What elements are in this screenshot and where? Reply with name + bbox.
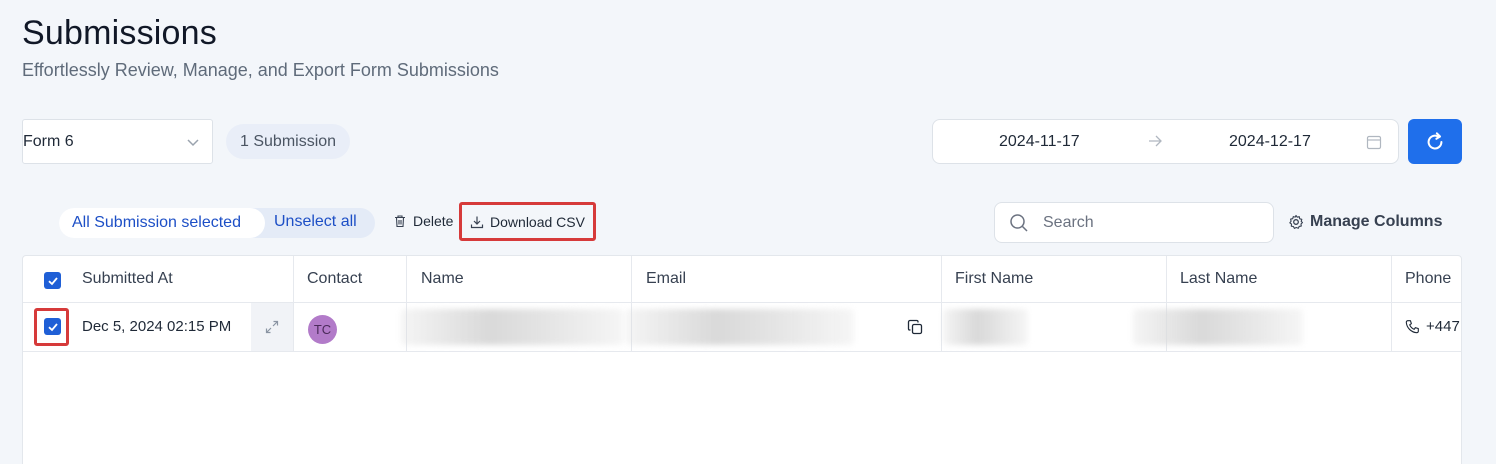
avatar[interactable]: TC: [308, 315, 337, 344]
page-title: Submissions: [22, 14, 217, 52]
form-select[interactable]: Form 6: [22, 119, 213, 164]
column-header-contact[interactable]: Contact: [307, 270, 362, 288]
calendar-icon[interactable]: [1366, 134, 1382, 150]
copy-icon[interactable]: [907, 319, 924, 336]
search-input[interactable]: [1043, 213, 1243, 232]
search-box[interactable]: [994, 202, 1274, 243]
column-header-submitted-at[interactable]: Submitted At: [82, 270, 173, 288]
phone-cell: +447: [1405, 318, 1460, 335]
manage-columns-label: Manage Columns: [1310, 213, 1443, 230]
chevron-down-icon: [187, 138, 199, 146]
gear-icon: [1289, 214, 1304, 229]
table-row[interactable]: Dec 5, 2024 02:15 PM TC +447: [23, 303, 1461, 352]
column-header-last-name[interactable]: Last Name: [1180, 270, 1257, 288]
submission-count-badge: 1 Submission: [226, 124, 351, 159]
last-name-value-redacted: [1133, 309, 1303, 345]
submitted-at-value: Dec 5, 2024 02:15 PM: [82, 318, 232, 335]
date-end[interactable]: 2024-12-17: [1229, 133, 1311, 151]
delete-button[interactable]: Delete: [393, 213, 453, 229]
table-header: Submitted At Contact Name Email First Na…: [23, 256, 1461, 303]
column-header-first-name[interactable]: First Name: [955, 270, 1033, 288]
column-header-name[interactable]: Name: [421, 270, 464, 288]
trash-icon: [395, 215, 405, 228]
check-icon: [47, 276, 58, 285]
unselect-all-button[interactable]: Unselect all: [274, 213, 357, 231]
download-csv-label: Download CSV: [490, 213, 585, 230]
email-value-redacted: [626, 309, 854, 345]
phone-value: +447: [1426, 318, 1460, 335]
first-name-value-redacted: [943, 309, 1028, 345]
search-icon: [1010, 213, 1028, 232]
form-select-value: Form 6: [23, 132, 74, 150]
expand-icon: [265, 320, 279, 334]
download-icon: [470, 216, 484, 228]
phone-icon: [1405, 320, 1419, 334]
arrow-right-icon: [1149, 135, 1162, 147]
select-all-checkbox[interactable]: [44, 272, 61, 289]
row-checkbox-highlight: [34, 308, 69, 346]
delete-label: Delete: [413, 213, 454, 229]
download-csv-button[interactable]: Download CSV: [459, 202, 596, 241]
refresh-icon: [1427, 131, 1443, 149]
expand-row-button[interactable]: [251, 303, 293, 351]
selection-status: All Submission selected: [59, 208, 265, 238]
column-header-phone[interactable]: Phone: [1405, 270, 1451, 288]
date-range-picker[interactable]: 2024-11-17 2024-12-17: [932, 119, 1399, 164]
column-header-email[interactable]: Email: [646, 270, 686, 288]
name-value-redacted: [401, 309, 623, 345]
manage-columns-button[interactable]: Manage Columns: [1288, 213, 1442, 231]
refresh-button[interactable]: [1408, 119, 1462, 164]
page-subtitle: Effortlessly Review, Manage, and Export …: [22, 60, 499, 80]
selection-bar: All Submission selected Unselect all: [59, 208, 375, 238]
submissions-table: Submitted At Contact Name Email First Na…: [22, 255, 1462, 464]
date-start[interactable]: 2024-11-17: [999, 133, 1080, 151]
